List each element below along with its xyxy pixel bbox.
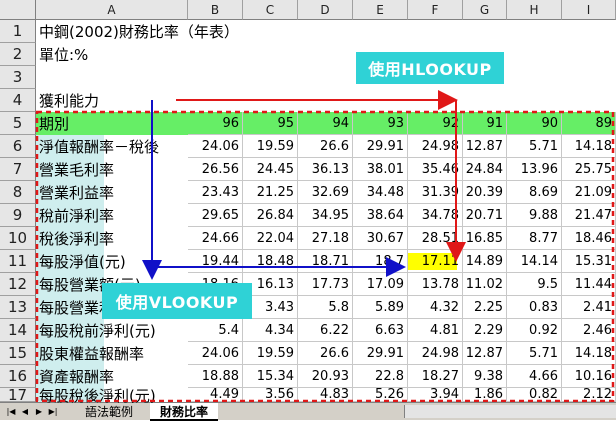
annotation-overlay <box>35 90 615 402</box>
next-sheet-button[interactable]: ▶ <box>32 405 46 418</box>
first-sheet-button[interactable]: |◀ <box>4 405 18 418</box>
hlookup-callout: 使用HLOOKUP <box>356 52 504 84</box>
tab-financial-ratio[interactable]: 財務比率 <box>150 403 218 421</box>
vlookup-callout: 使用VLOOKUP <box>102 283 252 319</box>
horizontal-scrollbar[interactable] <box>404 405 616 418</box>
last-sheet-button[interactable]: ▶| <box>46 405 60 418</box>
spreadsheet-grid: A B C D E F G H I 1 2 3 4 5 6 7 8 9 10 1… <box>0 0 616 405</box>
prev-sheet-button[interactable]: ◀ <box>18 405 32 418</box>
lookup-range-border <box>35 110 615 402</box>
